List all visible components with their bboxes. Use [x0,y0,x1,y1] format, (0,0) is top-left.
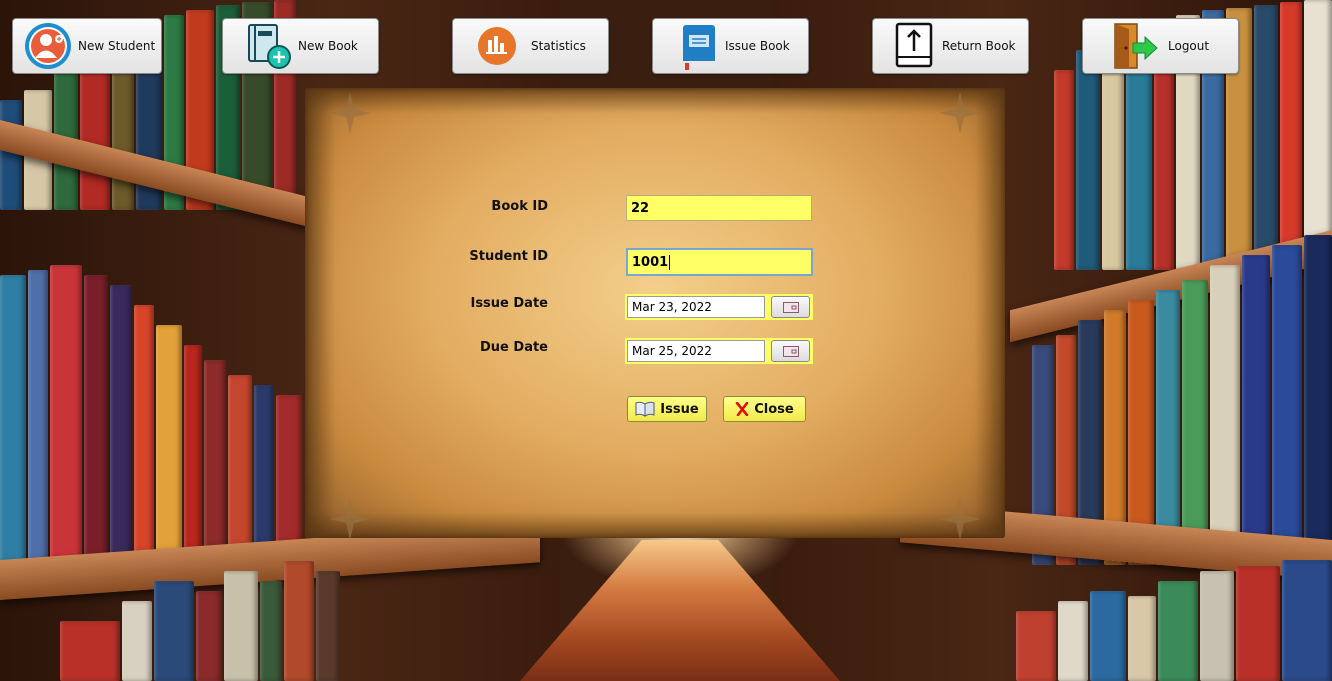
left-bottom-books [60,540,520,681]
statistics-label: Statistics [531,39,586,53]
book-id-value: 22 [631,200,650,216]
student-avatar-icon [25,23,71,69]
due-date-label: Due Date [480,340,548,355]
corner-star-icon [939,498,981,540]
text-caret [669,254,671,270]
due-date-field[interactable]: Mar 25, 2022 [627,340,765,362]
issue-book-form-panel: Book ID 22 Student ID 1001 Issue Date Ma… [305,88,1005,540]
logout-button[interactable]: Logout [1082,18,1239,74]
issue-date-label: Issue Date [470,296,548,311]
issue-book-label: Issue Book [725,39,790,53]
calendar-icon [782,345,799,357]
open-book-icon [635,401,655,417]
student-id-field[interactable]: 1001 [626,248,813,276]
right-bottom-books [840,560,1332,681]
issue-date-calendar-button[interactable] [771,296,810,318]
book-id-label: Book ID [491,199,548,214]
calendar-icon [782,301,799,313]
new-book-label: New Book [298,39,358,53]
logout-label: Logout [1168,39,1210,53]
issue-date-picker: Mar 23, 2022 [625,294,813,320]
student-id-label: Student ID [469,249,548,264]
issue-book-button[interactable]: Issue Book [652,18,809,74]
issue-button-label: Issue [660,401,699,417]
issue-book-icon [683,25,715,70]
book-id-field[interactable]: 22 [626,195,812,221]
due-date-picker: Mar 25, 2022 [625,338,813,364]
close-x-icon [735,402,749,416]
issue-date-field[interactable]: Mar 23, 2022 [627,296,765,318]
return-book-icon [895,22,933,68]
issue-button[interactable]: Issue [627,396,707,422]
corner-star-icon [329,498,371,540]
statistics-button[interactable]: Statistics [452,18,609,74]
close-button[interactable]: Close [723,396,806,422]
new-student-label: New Student [78,39,156,53]
new-book-button[interactable]: New Book [222,18,379,74]
return-book-button[interactable]: Return Book [872,18,1029,74]
close-button-label: Close [754,401,794,417]
due-date-calendar-button[interactable] [771,340,810,362]
corner-star-icon [939,92,981,134]
student-id-value: 1001 [632,254,669,270]
return-book-label: Return Book [942,39,1016,53]
statistics-chart-icon [478,27,516,65]
new-student-button[interactable]: New Student [12,18,162,74]
logout-door-icon [1114,23,1158,69]
new-book-icon [248,24,291,69]
corner-star-icon [329,92,371,134]
left-lower-books [0,255,305,575]
